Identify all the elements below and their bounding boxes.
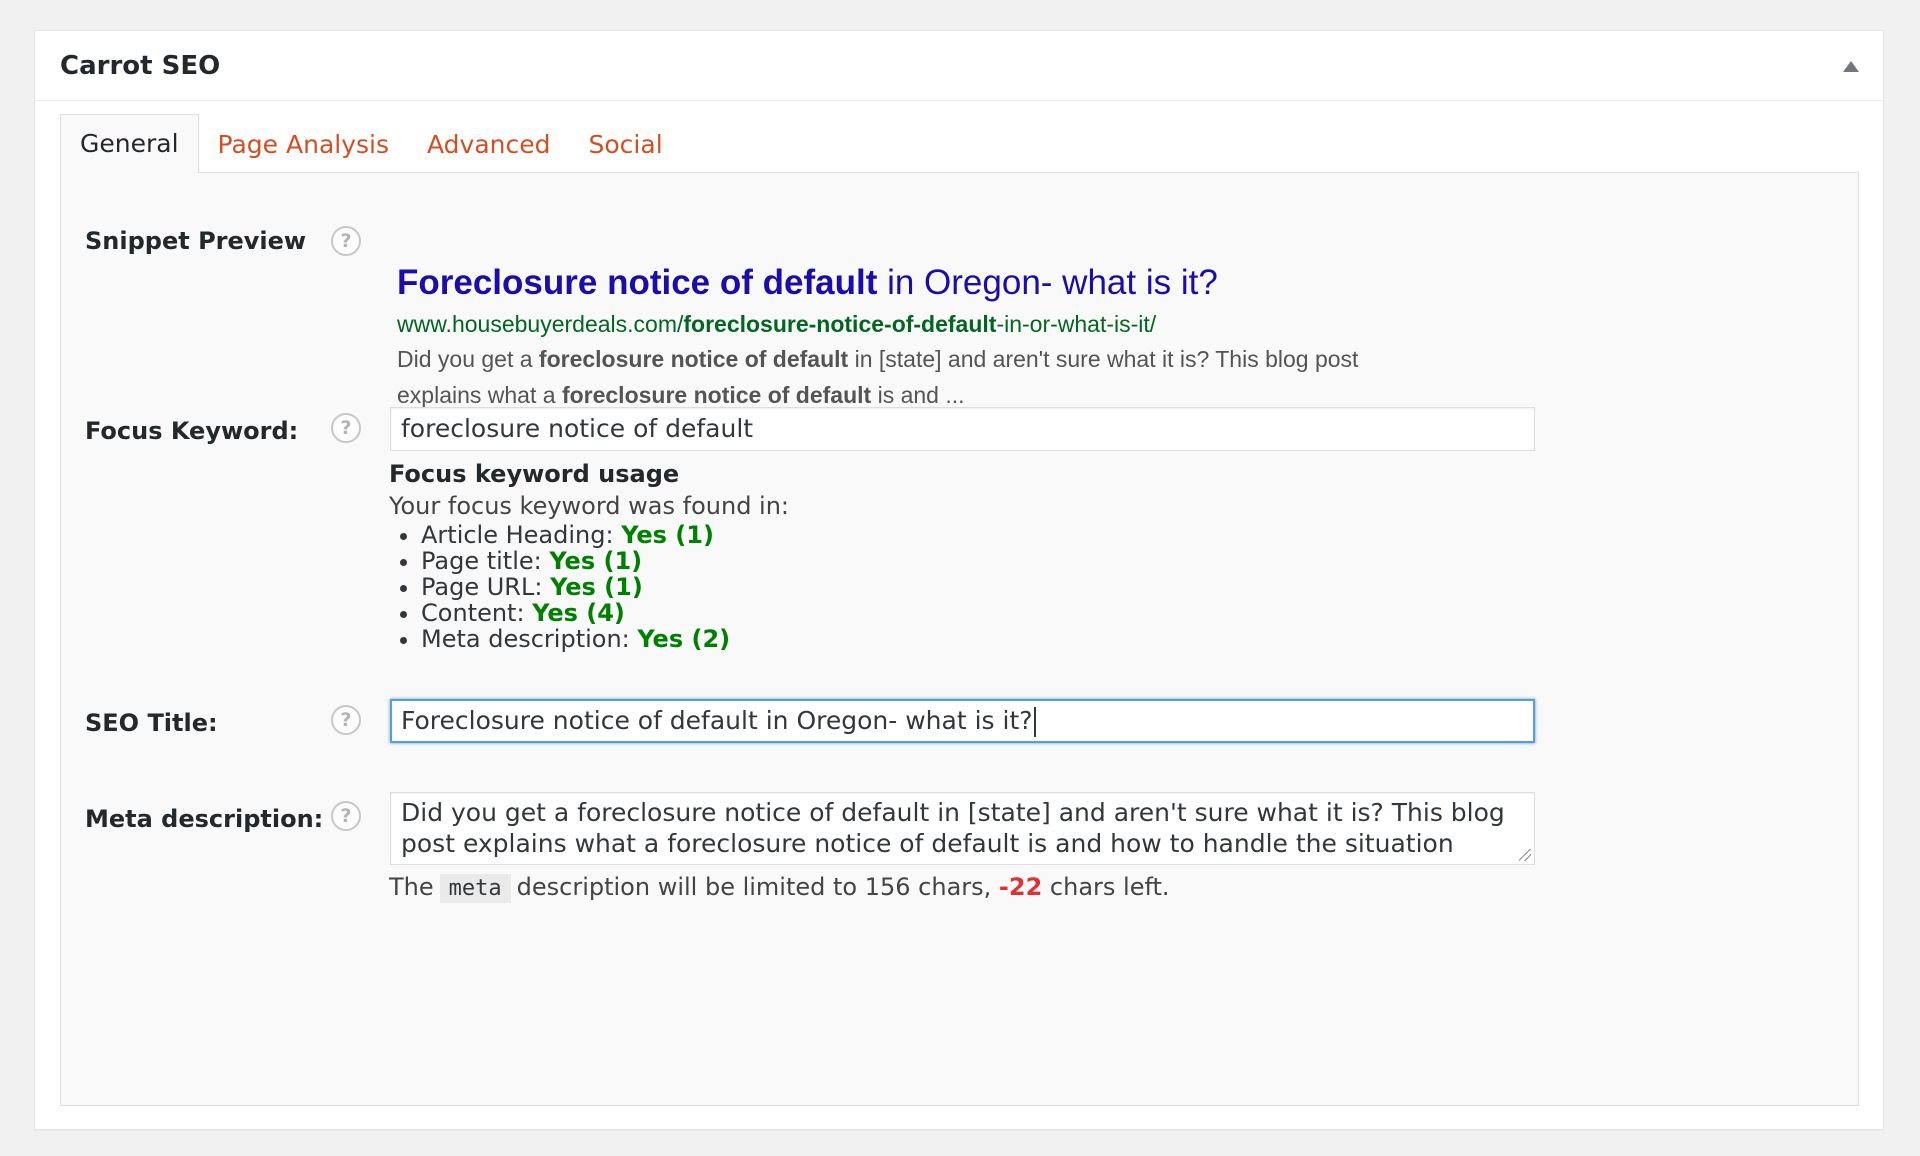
usage-item-label: Article Heading:	[421, 521, 622, 549]
snippet-url: www.housebuyerdeals.com/foreclosure-noti…	[397, 307, 1437, 341]
snippet-preview-help-icon[interactable]: ?	[331, 226, 361, 256]
meta-description-textarea[interactable]: Did you get a foreclosure notice of defa…	[390, 792, 1535, 865]
focus-keyword-usage: Focus keyword usage Your focus keyword w…	[389, 458, 789, 652]
usage-item-label: Meta description:	[421, 625, 638, 653]
snippet-desc-bold-1: foreclosure notice of default	[538, 346, 849, 372]
meta-code-tag: meta	[439, 874, 511, 903]
seo-title-label: SEO Title:	[85, 709, 218, 737]
focus-keyword-label: Focus Keyword:	[85, 417, 299, 445]
meta-length-note: The meta description will be limited to 15…	[389, 869, 1170, 907]
snippet-desc-part-3: is and ...	[871, 382, 965, 408]
collapse-arrow-icon[interactable]	[1843, 61, 1859, 72]
meta-description-value: Did you get a foreclosure notice of defa…	[401, 798, 1505, 858]
list-item: Page title: Yes (1)	[421, 548, 789, 574]
tab-general[interactable]: General	[60, 114, 199, 173]
snippet-desc-bold-2: foreclosure notice of default	[561, 382, 872, 408]
usage-item-result: Yes (4)	[532, 599, 625, 627]
usage-item-result: Yes (2)	[637, 625, 731, 653]
meta-description-label: Meta description:	[85, 805, 324, 833]
usage-item-label: Content:	[421, 599, 533, 627]
snippet-description: Did you get a foreclosure notice of defa…	[397, 341, 1417, 413]
usage-list: Article Heading: Yes (1) Page title: Yes…	[389, 522, 789, 652]
list-item: Page URL: Yes (1)	[421, 574, 789, 600]
seo-title-help-icon[interactable]: ?	[331, 705, 361, 735]
usage-item-label: Page URL:	[421, 573, 551, 601]
usage-item-label: Page title:	[421, 547, 550, 575]
usage-title: Focus keyword usage	[389, 460, 680, 488]
limit-suffix: chars left.	[1042, 873, 1170, 901]
tab-social[interactable]: Social	[570, 117, 682, 173]
meta-description-help-icon[interactable]: ?	[331, 801, 361, 831]
list-item: Content: Yes (4)	[421, 600, 789, 626]
usage-intro: Your focus keyword was found in:	[389, 492, 790, 520]
limit-prefix: The	[389, 873, 434, 901]
metabox-title: Carrot SEO	[60, 51, 221, 81]
snippet-desc-part-1: Did you get a	[397, 346, 539, 372]
snippet-preview: Foreclosure notice of default in Oregon-…	[397, 259, 1437, 413]
focus-keyword-input[interactable]: foreclosure notice of default	[390, 407, 1535, 451]
snippet-url-prefix: www.housebuyerdeals.com/	[397, 311, 684, 337]
list-item: Article Heading: Yes (1)	[421, 522, 789, 548]
usage-item-result: Yes (1)	[621, 521, 714, 549]
focus-keyword-help-icon[interactable]: ?	[331, 413, 361, 443]
snippet-preview-label: Snippet Preview	[85, 227, 307, 255]
snippet-title-rest: in Oregon- what is it?	[877, 263, 1218, 302]
snippet-url-suffix: -in-or-what-is-it/	[996, 311, 1157, 337]
chars-left-count: -22	[998, 873, 1043, 901]
tab-page-analysis[interactable]: Page Analysis	[199, 117, 408, 173]
resize-handle-icon[interactable]	[1519, 849, 1531, 861]
seo-title-value: Foreclosure notice of default in Oregon-…	[401, 706, 1033, 735]
metabox-header[interactable]: Carrot SEO	[35, 31, 1883, 101]
general-tab-content: Snippet Preview ? Foreclosure notice of …	[60, 172, 1859, 1106]
list-item: Meta description: Yes (2)	[421, 626, 789, 652]
tab-advanced[interactable]: Advanced	[408, 117, 570, 173]
text-cursor	[1033, 707, 1036, 737]
carrot-seo-metabox: Carrot SEO General Page Analysis Advance…	[34, 30, 1884, 1130]
usage-item-result: Yes (1)	[550, 573, 643, 601]
seo-title-input[interactable]: Foreclosure notice of default in Oregon-…	[390, 699, 1535, 743]
snippet-url-bold: foreclosure-notice-of-default	[683, 311, 997, 337]
tab-bar: General Page Analysis Advanced Social	[60, 114, 682, 173]
snippet-title-link[interactable]: Foreclosure notice of default in Oregon-…	[397, 259, 1437, 307]
limit-middle: description will be limited to 156 chars…	[516, 873, 999, 901]
usage-item-result: Yes (1)	[549, 547, 643, 575]
snippet-title-bold: Foreclosure notice of default	[397, 263, 878, 302]
